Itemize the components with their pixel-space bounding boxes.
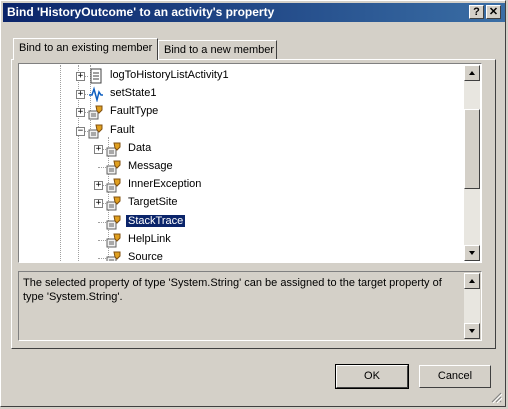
- tree-content: + logToHistoryListActivity1 + setState1 + Fau…: [20, 65, 464, 261]
- collapse-icon[interactable]: −: [76, 126, 85, 136]
- tree-item-label: StackTrace: [126, 214, 186, 227]
- property-icon: [106, 178, 121, 193]
- description-scrollbar[interactable]: [464, 273, 480, 339]
- down-arrow-icon: [469, 329, 475, 333]
- expand-icon[interactable]: +: [94, 199, 103, 209]
- tree-item-label: logToHistoryListActivity1: [110, 69, 229, 81]
- desc-scroll-up-button[interactable]: [464, 273, 480, 289]
- tree-item-label: HelpLink: [128, 232, 171, 245]
- resize-grip-icon[interactable]: [491, 392, 502, 403]
- tree-item-label: InnerException: [128, 178, 202, 191]
- tree-item-label: Fault: [110, 123, 135, 136]
- expand-icon[interactable]: +: [76, 90, 85, 100]
- tree-item-label: setState1: [110, 87, 157, 100]
- tree-item-label: Message: [128, 160, 173, 172]
- scroll-down-button[interactable]: [464, 245, 480, 261]
- property-icon: [106, 196, 121, 211]
- state-wave-icon: [89, 86, 103, 103]
- tab-label: Bind to an existing member: [19, 42, 153, 54]
- description-box: The selected property of type 'System.St…: [18, 271, 482, 341]
- tree-guide-line: [60, 65, 61, 261]
- tab-label: Bind to a new member: [164, 44, 275, 56]
- tab-existing-member[interactable]: Bind to an existing member: [13, 38, 158, 60]
- description-text: The selected property of type 'System.St…: [23, 277, 442, 303]
- close-button[interactable]: ✕: [486, 5, 501, 19]
- ok-button[interactable]: OK: [335, 364, 409, 389]
- up-arrow-icon: [469, 279, 475, 283]
- tree-item-label: TargetSite: [128, 196, 178, 209]
- tree-item-label: Source: [128, 251, 163, 261]
- tree-item-label: FaultType: [110, 105, 159, 118]
- scroll-thumb[interactable]: [464, 109, 480, 189]
- activity-page-icon: [90, 68, 102, 84]
- tree-guide-line: [98, 221, 106, 223]
- tree-scrollbar[interactable]: [464, 65, 480, 261]
- dialog-window: Bind 'HistoryOutcome' to an activity's p…: [0, 0, 506, 407]
- tree-guide-line: [98, 258, 106, 259]
- property-icon: [106, 142, 121, 157]
- property-icon: [106, 251, 121, 261]
- help-button[interactable]: ?: [469, 5, 484, 19]
- tab-new-member[interactable]: Bind to a new member: [158, 40, 277, 60]
- expand-icon[interactable]: +: [94, 181, 103, 191]
- tree-guide-line: [98, 239, 106, 241]
- property-icon: [106, 215, 121, 230]
- desc-scroll-down-button[interactable]: [464, 323, 480, 339]
- property-icon: [106, 160, 121, 175]
- member-tree[interactable]: + logToHistoryListActivity1 + setState1 + Fau…: [18, 63, 482, 263]
- cancel-button[interactable]: Cancel: [419, 365, 491, 388]
- property-icon: [88, 105, 103, 120]
- property-icon: [88, 124, 103, 139]
- property-icon: [106, 233, 121, 248]
- expand-icon[interactable]: +: [76, 72, 85, 81]
- tree-item-label: Data: [128, 141, 152, 154]
- expand-icon[interactable]: +: [76, 108, 85, 118]
- up-arrow-icon: [469, 71, 475, 75]
- down-arrow-icon: [469, 251, 475, 255]
- window-title: Bind 'HistoryOutcome' to an activity's p…: [7, 5, 275, 19]
- tree-guide-line: [98, 167, 106, 168]
- title-bar[interactable]: Bind 'HistoryOutcome' to an activity's p…: [3, 3, 505, 22]
- expand-icon[interactable]: +: [94, 144, 103, 154]
- scroll-up-button[interactable]: [464, 65, 480, 81]
